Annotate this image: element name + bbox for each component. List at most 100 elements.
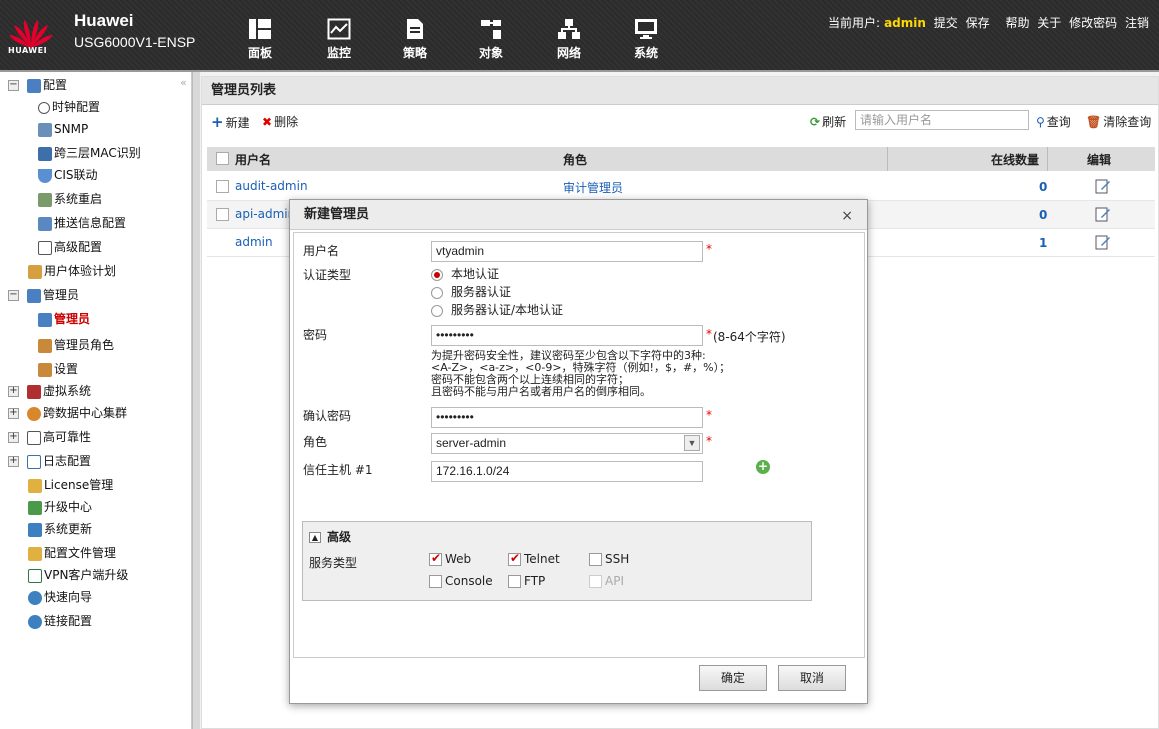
config-icon (27, 78, 41, 93)
close-icon[interactable]: × (841, 208, 853, 224)
sidebar-item-link-config[interactable]: 链接配置 (28, 610, 92, 632)
sidebar-resize-handle[interactable] (192, 72, 200, 729)
sidebar-item-config[interactable]: − 配置 (8, 74, 67, 96)
edit-icon[interactable] (1095, 234, 1111, 250)
checkbox-label: Telnet (524, 552, 560, 566)
save-link[interactable]: 保存 (966, 16, 990, 30)
sidebar-item-admin-role[interactable]: 管理员角色 (38, 334, 114, 356)
search-icon: ⚲ (1036, 115, 1045, 129)
radio-label: 本地认证 (451, 267, 500, 281)
row-username[interactable]: api-admin (235, 207, 295, 221)
sidebar-item-label: CIS联动 (54, 168, 98, 182)
advanced-toggle[interactable]: ▲ 高级 (309, 528, 351, 545)
service-telnet-checkbox[interactable]: Telnet (508, 551, 560, 566)
about-link[interactable]: 关于 (1037, 16, 1061, 30)
sidebar-item-l3-mac[interactable]: 跨三层MAC识别 (38, 142, 141, 164)
add-host-icon[interactable]: + (756, 460, 770, 474)
sidebar-item-ux[interactable]: 用户体验计划 (28, 260, 116, 282)
refresh-button[interactable]: ⟳ 刷新 (810, 113, 846, 130)
confirm-password-input[interactable]: ••••••••• (431, 407, 703, 428)
row-username[interactable]: admin (235, 235, 273, 249)
auth-server-radio[interactable]: 服务器认证 (431, 283, 511, 300)
role-select[interactable]: server-admin ▼ (431, 433, 703, 454)
sidebar-item-admin-group[interactable]: − 管理员 (8, 284, 79, 306)
username-input[interactable]: vtyadmin (431, 241, 703, 262)
radio-icon (431, 304, 443, 317)
nav-object[interactable]: 对象 (461, 18, 521, 61)
column-header-role[interactable]: 角色 (563, 151, 587, 168)
commit-link[interactable]: 提交 (934, 16, 958, 30)
cancel-button[interactable]: 取消 (778, 665, 846, 691)
collapse-sidebar-icon[interactable]: « (180, 76, 187, 89)
column-header-online[interactable]: 在线数量 (991, 151, 1039, 168)
service-console-checkbox[interactable]: Console (429, 574, 493, 588)
table-row[interactable]: audit-admin 审计管理员 0 (207, 173, 1155, 201)
sidebar-item-upgrade[interactable]: 升级中心 (28, 496, 92, 518)
checkbox-checked-icon (429, 551, 442, 566)
advanced-label: 高级 (327, 530, 352, 544)
sidebar-item-advanced[interactable]: 高级配置 (38, 236, 102, 258)
new-button[interactable]: + 新建 (211, 113, 250, 131)
sidebar-item-label: 链接配置 (44, 614, 93, 628)
sidebar-item-sys-update[interactable]: 系统更新 (28, 518, 92, 540)
required-mark: * (706, 408, 712, 422)
service-ssh-checkbox[interactable]: SSH (589, 552, 629, 566)
sidebar-item-snmp[interactable]: SNMP (38, 118, 88, 140)
nav-dashboard[interactable]: 面板 (230, 18, 290, 61)
trusted-host-input[interactable]: 172.16.1.0/24 (431, 461, 703, 482)
sidebar-item-label: 系统更新 (44, 522, 93, 536)
row-checkbox[interactable] (216, 208, 229, 221)
change-password-link[interactable]: 修改密码 (1069, 16, 1117, 30)
folder-icon (28, 546, 42, 561)
logout-link[interactable]: 注销 (1125, 16, 1149, 30)
service-ftp-checkbox[interactable]: FTP (508, 574, 545, 588)
admin-group-icon (27, 288, 41, 303)
clear-query-button[interactable]: 🗑 清除查询 (1086, 113, 1151, 130)
search-input[interactable] (855, 110, 1029, 130)
sidebar-item-wizard[interactable]: 快速向导 (28, 586, 92, 608)
row-checkbox[interactable] (216, 180, 229, 193)
expand-toggle-icon[interactable]: + (8, 456, 19, 467)
sidebar-item-push[interactable]: 推送信息配置 (38, 212, 126, 234)
row-role[interactable]: 审计管理员 (563, 179, 623, 196)
sidebar-item-clock[interactable]: 时钟配置 (38, 96, 100, 118)
password-input[interactable]: ••••••••• (431, 325, 703, 346)
edit-icon[interactable] (1095, 206, 1111, 222)
chevron-down-icon[interactable]: ▼ (684, 435, 700, 451)
select-all-checkbox[interactable] (216, 152, 229, 165)
collapse-toggle-icon[interactable]: − (8, 80, 19, 91)
sidebar-item-cis[interactable]: CIS联动 (38, 164, 98, 186)
ok-button[interactable]: 确定 (699, 665, 767, 691)
auth-server-local-radio[interactable]: 服务器认证/本地认证 (431, 301, 563, 318)
edit-icon[interactable] (1095, 178, 1111, 194)
sidebar-item-restart[interactable]: 系统重启 (38, 188, 102, 210)
sidebar-item-license[interactable]: License管理 (28, 474, 113, 496)
nav-system[interactable]: 系统 (616, 18, 676, 61)
delete-button[interactable]: ✖ 删除 (262, 113, 298, 130)
service-web-checkbox[interactable]: Web (429, 551, 471, 566)
sidebar-item-settings[interactable]: 设置 (38, 358, 78, 380)
row-username[interactable]: audit-admin (235, 179, 308, 193)
new-admin-dialog: 新建管理员 × 用户名 vtyadmin * 认证类型 本地认证 服务器认证 服… (289, 199, 868, 704)
sidebar-item-vpn-client[interactable]: VPN客户端升级 (28, 564, 128, 586)
nav-policy[interactable]: 策略 (385, 18, 445, 61)
nav-monitor[interactable]: 监控 (309, 18, 369, 61)
sidebar-item-config-file[interactable]: 配置文件管理 (28, 542, 116, 564)
sidebar-item-dc-cluster[interactable]: + 跨数据中心集群 (8, 402, 127, 424)
sidebar-item-log[interactable]: + 日志配置 (8, 450, 91, 472)
sidebar-item-label: 虚拟系统 (43, 384, 92, 398)
sidebar-item-admin[interactable]: 管理员 (38, 308, 90, 330)
expand-toggle-icon[interactable]: + (8, 432, 19, 443)
expand-toggle-icon[interactable]: + (8, 386, 19, 397)
password-label: 密码 (303, 328, 328, 342)
column-header-username[interactable]: 用户名 (235, 151, 271, 168)
auth-local-radio[interactable]: 本地认证 (431, 265, 499, 282)
nav-network[interactable]: 网络 (539, 18, 599, 61)
auth-type-label: 认证类型 (303, 268, 352, 282)
query-button[interactable]: ⚲ 查询 (1036, 113, 1071, 130)
expand-toggle-icon[interactable]: + (8, 408, 19, 419)
sidebar-item-ha[interactable]: + 高可靠性 (8, 426, 91, 448)
sidebar-item-vsys[interactable]: + 虚拟系统 (8, 380, 91, 402)
help-link[interactable]: 帮助 (1005, 16, 1029, 30)
collapse-toggle-icon[interactable]: − (8, 290, 19, 301)
